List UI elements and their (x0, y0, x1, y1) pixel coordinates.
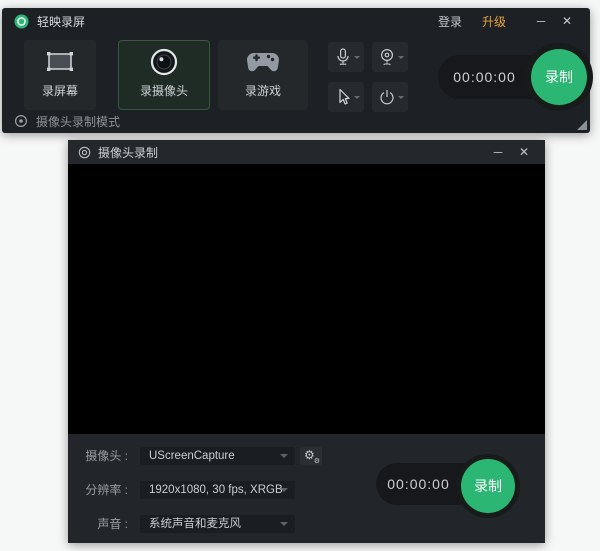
chevron-down-icon (280, 488, 288, 492)
screen-icon (25, 41, 95, 82)
sound-select-value: 系统声音和麦克风 (149, 518, 241, 530)
webcam-icon (379, 48, 395, 66)
resolution-label: 分辨率 : (68, 481, 128, 499)
mode-record-game-button[interactable]: 录游戏 (218, 40, 308, 110)
camera-label: 摄像头 : (68, 447, 128, 465)
cursor-dropdown-button[interactable] (328, 82, 364, 112)
camera-window-title: 摄像头录制 (98, 144, 158, 161)
resolution-select[interactable]: 1920x1080, 30 fps, XRGB (140, 481, 295, 499)
gear-small-icon: ⚙ (314, 458, 320, 465)
camera-titlebar: 摄像头录制 ─ ✕ (68, 140, 545, 164)
upgrade-link[interactable]: 升级 (482, 13, 506, 30)
chevron-down-icon (280, 454, 288, 458)
chevron-down-icon (280, 522, 288, 526)
chevron-down-icon (398, 56, 404, 59)
camera-select[interactable]: UScreenCapture (140, 447, 295, 465)
mode-record-camera-button[interactable]: 录摄像头 (118, 40, 210, 110)
app-title: 轻映录屏 (37, 13, 85, 30)
camera-record-button[interactable]: 录制 (461, 459, 515, 513)
camera-lens-small-icon (78, 146, 91, 159)
gamepad-icon (219, 41, 307, 82)
power-dropdown-button[interactable] (372, 82, 408, 112)
camera-minimize-button[interactable]: ─ (487, 145, 509, 159)
chevron-down-icon (354, 96, 360, 99)
minimize-button[interactable]: ─ (530, 14, 552, 28)
main-titlebar: 轻映录屏 登录 升级 ─ ✕ (2, 8, 590, 34)
microphone-icon (336, 48, 350, 66)
camera-select-value: UScreenCapture (149, 450, 235, 462)
chevron-down-icon (354, 56, 360, 59)
mode-label: 录屏幕 (42, 82, 78, 99)
app-logo-icon (14, 14, 29, 29)
main-status-bar: 摄像头录制模式 (2, 109, 590, 133)
resolution-select-value: 1920x1080, 30 fps, XRGB (149, 484, 283, 496)
mode-record-screen-button[interactable]: 录屏幕 (24, 40, 96, 110)
main-timer: 00:00:00 (438, 69, 531, 85)
device-options-grid (328, 42, 408, 112)
camera-timer: 00:00:00 (376, 476, 461, 492)
main-record-button[interactable]: 录制 (531, 49, 587, 105)
power-icon (379, 89, 395, 105)
mode-label: 录摄像头 (140, 82, 188, 99)
cursor-icon (336, 88, 350, 106)
record-mode-status: 摄像头录制模式 (36, 113, 120, 130)
close-button[interactable]: ✕ (556, 14, 578, 28)
sound-select[interactable]: 系统声音和麦克风 (140, 515, 295, 533)
microphone-dropdown-button[interactable] (328, 42, 364, 72)
sound-setting-row: 声音 : 系统声音和麦克风 (68, 515, 545, 533)
chevron-down-icon (398, 96, 404, 99)
main-recorder-window: 轻映录屏 登录 升级 ─ ✕ 录屏幕 (2, 8, 590, 133)
camera-preview (68, 164, 545, 434)
camera-recording-window: 摄像头录制 ─ ✕ 摄像头 : UScreenCapture ⚙ ⚙ 分辨率 :… (68, 140, 545, 543)
resize-grip[interactable] (577, 120, 587, 130)
camera-settings-button[interactable]: ⚙ ⚙ (300, 447, 322, 465)
sound-label: 声音 : (68, 515, 128, 533)
camera-lens-icon (119, 41, 209, 82)
mode-label: 录游戏 (245, 82, 281, 99)
record-mode-status-icon (14, 114, 28, 128)
camera-close-button[interactable]: ✕ (513, 145, 535, 159)
record-mode-group: 录屏幕 录摄像头 录游戏 (24, 40, 308, 110)
webcam-dropdown-button[interactable] (372, 42, 408, 72)
login-link[interactable]: 登录 (438, 13, 462, 30)
